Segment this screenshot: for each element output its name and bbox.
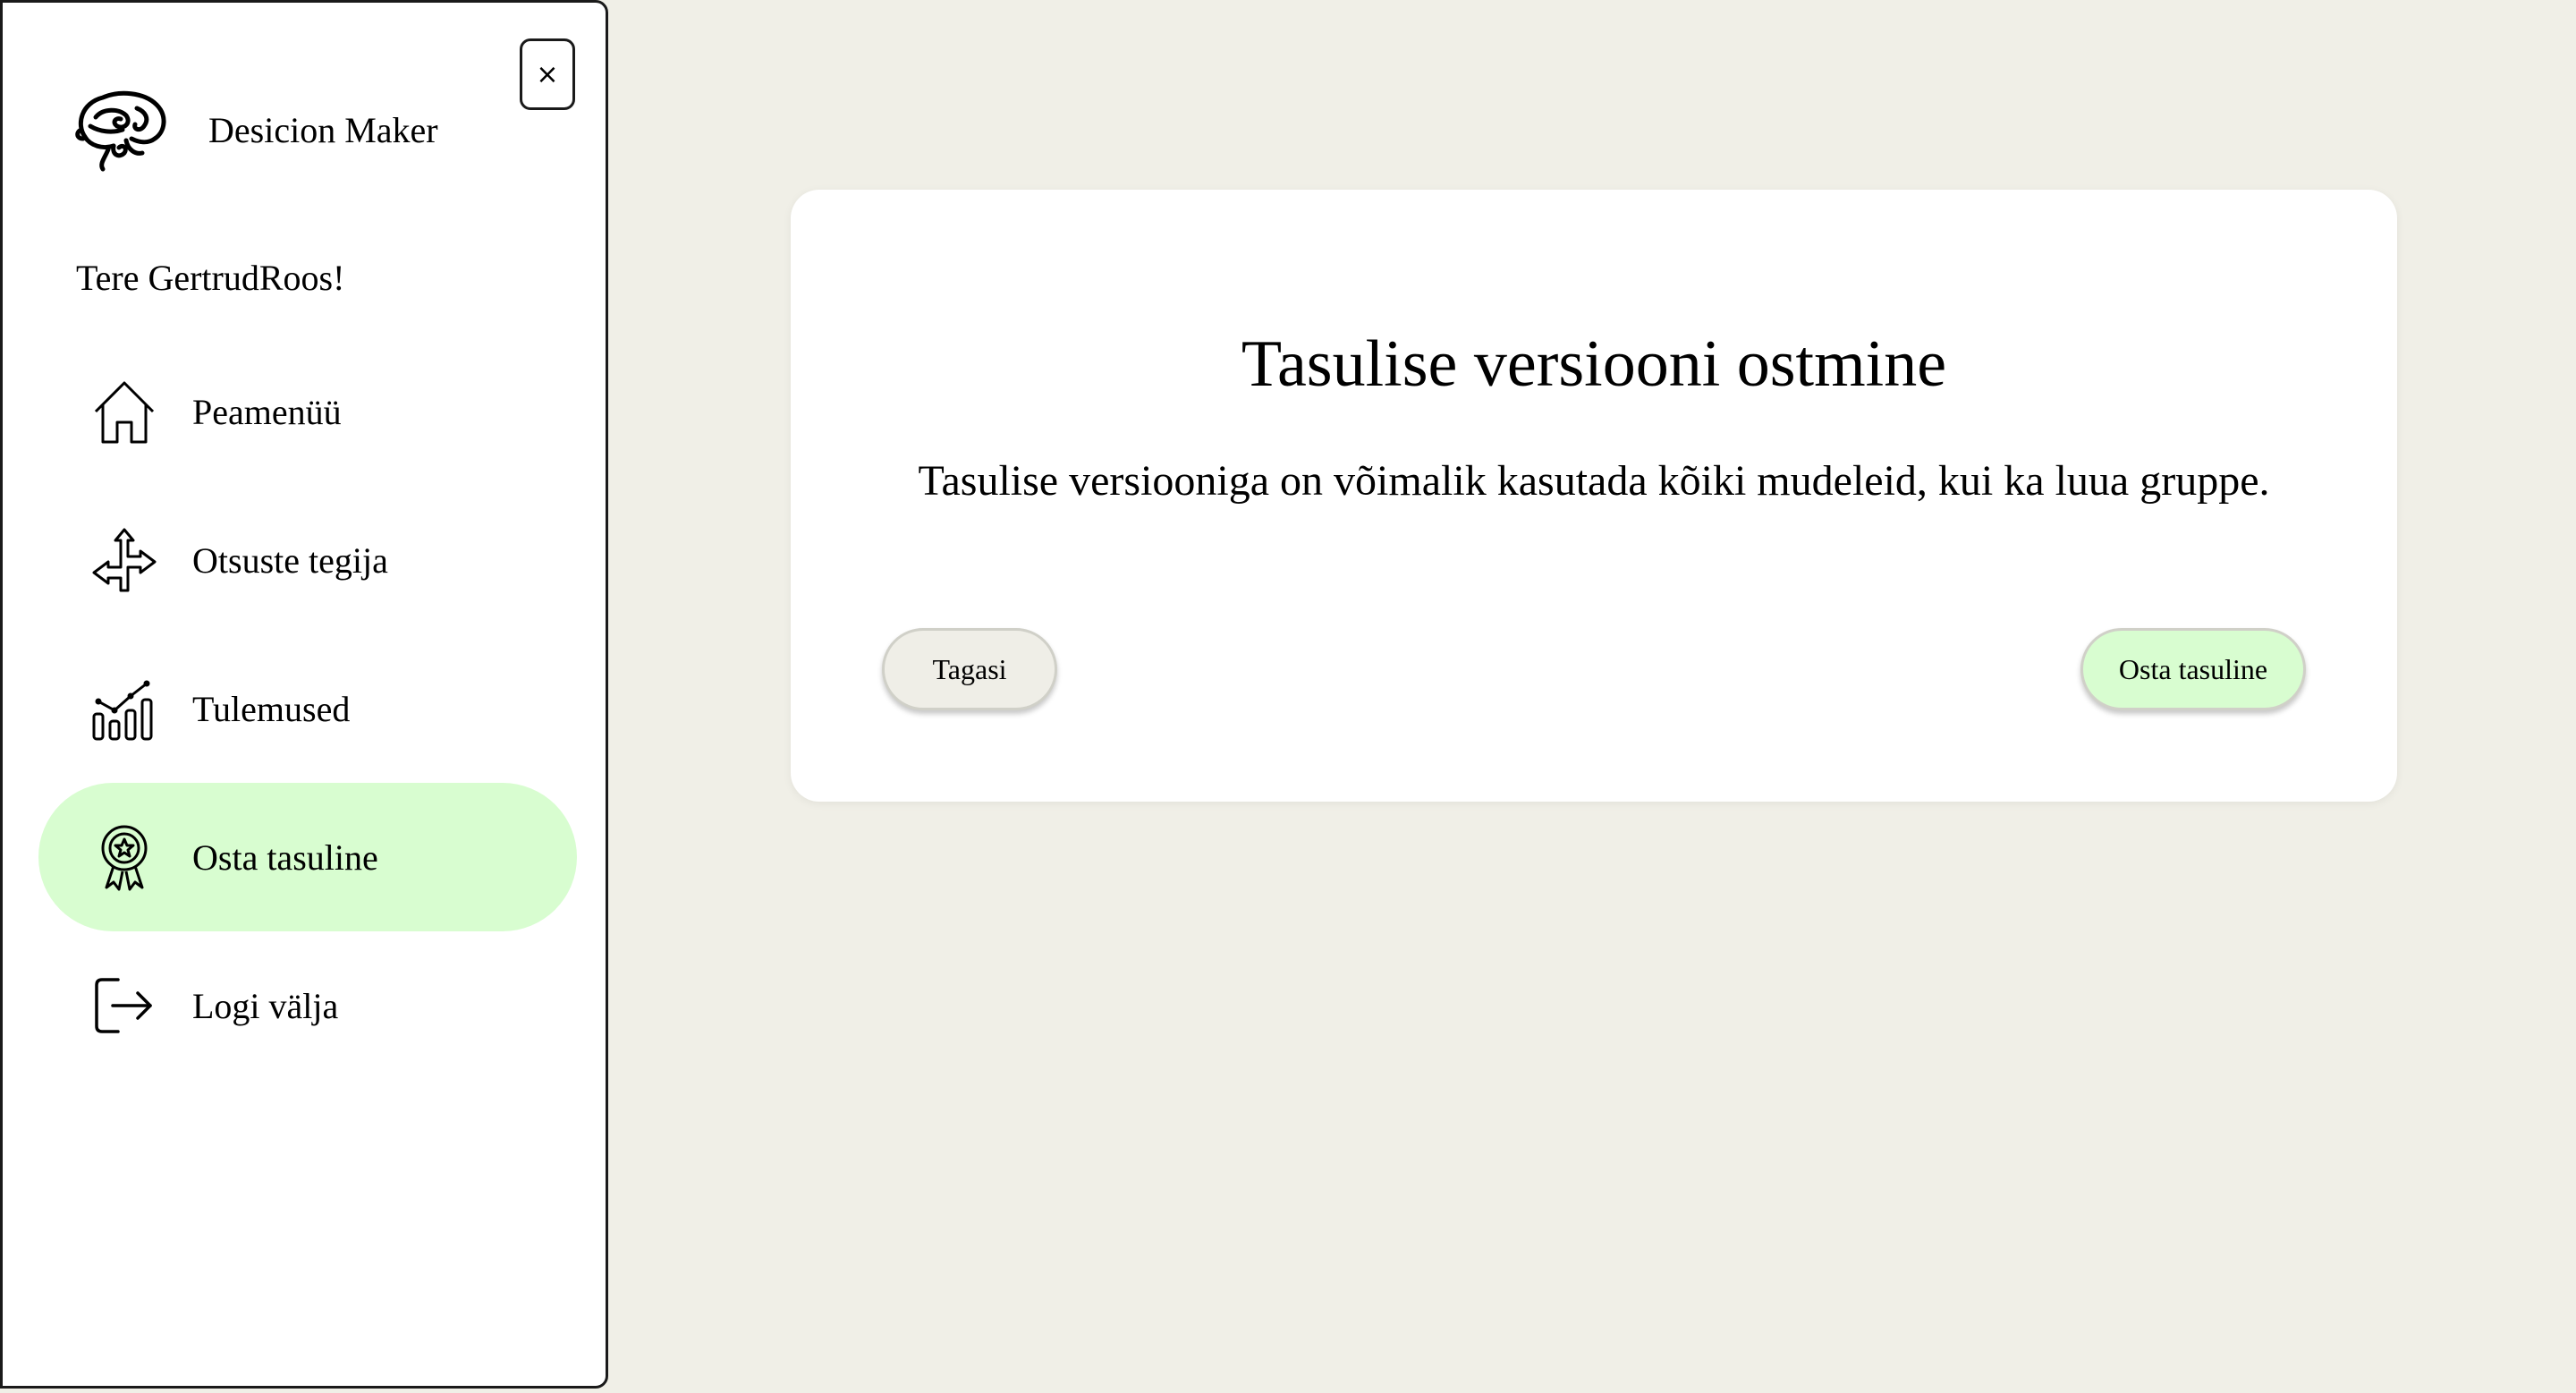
sidebar-item-label: Otsuste tegija <box>192 539 388 581</box>
app-title: Desicion Maker <box>208 109 438 150</box>
sidebar-item-decision-maker[interactable]: Otsuste tegija <box>38 486 577 634</box>
sidebar-item-label: Osta tasuline <box>192 837 378 878</box>
purchase-dialog: Tasulise versiooni ostmine Tasulise vers… <box>791 190 2397 802</box>
sidebar-item-label: Peamenüü <box>192 391 342 432</box>
close-sidebar-button[interactable]: × <box>520 38 575 110</box>
sidebar-item-logout[interactable]: Logi välja <box>38 931 577 1080</box>
home-icon <box>90 376 158 447</box>
back-button[interactable]: Tagasi <box>882 628 1057 710</box>
award-badge-icon <box>90 821 158 893</box>
sidebar: × Desicion Maker Tere GertrudRoos! Peame… <box>0 0 608 1389</box>
sidebar-item-label: Tulemused <box>192 688 351 729</box>
sidebar-item-buy-premium[interactable]: Osta tasuline <box>38 783 577 931</box>
close-icon: × <box>536 58 559 90</box>
brand: Desicion Maker <box>72 85 438 174</box>
brain-logo-icon <box>75 90 166 172</box>
dialog-title: Tasulise versiooni ostmine <box>1241 327 1947 401</box>
sidebar-item-label: Logi välja <box>192 985 339 1026</box>
logout-icon <box>90 970 158 1041</box>
sidebar-item-main-menu[interactable]: Peamenüü <box>38 337 577 486</box>
directions-arrows-icon <box>90 524 158 596</box>
sidebar-item-results[interactable]: Tulemused <box>38 634 577 783</box>
bar-chart-icon <box>90 673 158 744</box>
buy-premium-button[interactable]: Osta tasuline <box>2080 628 2306 710</box>
dialog-description: Tasulise versiooniga on võimalik kasutad… <box>918 457 2270 505</box>
greeting-text: Tere GertrudRoos! <box>76 258 345 298</box>
